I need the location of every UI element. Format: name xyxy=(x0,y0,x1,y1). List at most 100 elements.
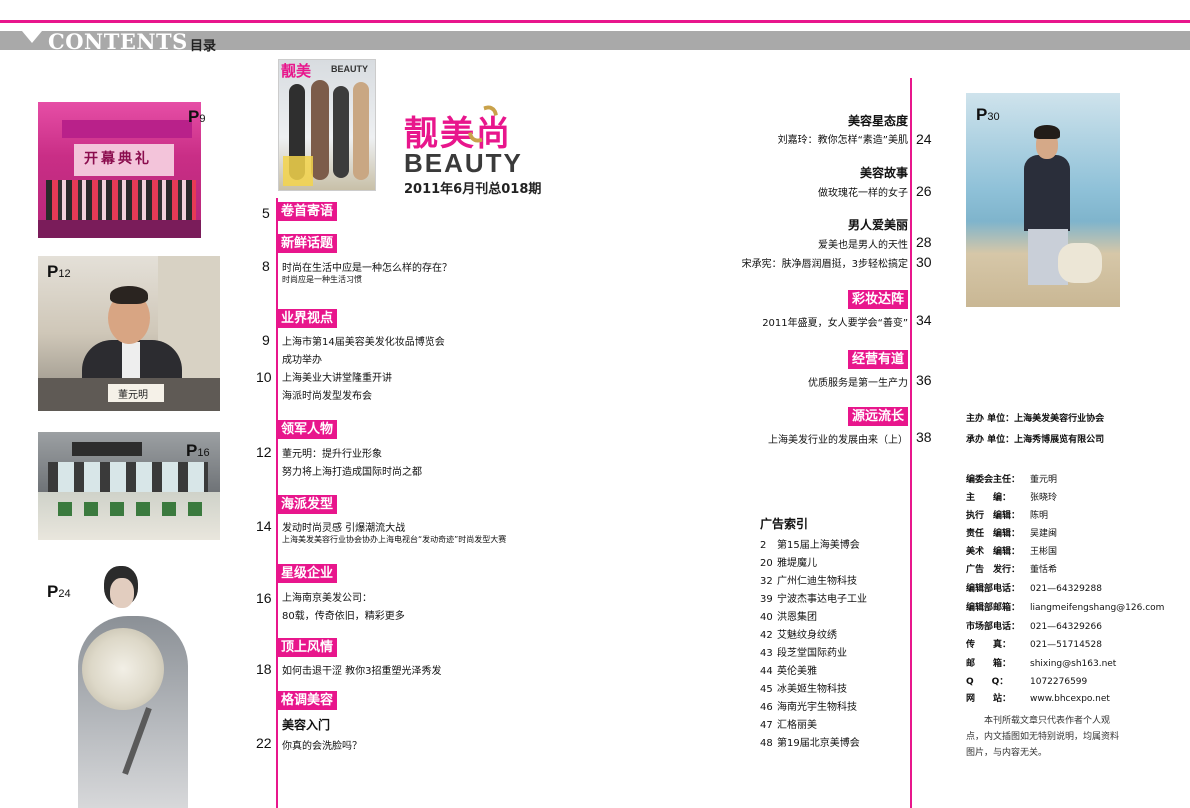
ad-index-item[interactable]: 44 英伦美雅 xyxy=(760,662,817,677)
page-tag-12: P12 xyxy=(47,262,71,281)
photo-opening-ceremony: 开幕典礼 xyxy=(38,102,201,238)
page-tag-16: P16 xyxy=(186,441,210,460)
toc-entry: 成功举办 xyxy=(282,355,322,366)
masthead-sponsor: 主办 单位：上海美发美容行业协会 xyxy=(966,414,1105,424)
ad-index-item[interactable]: 20 雅堤魔儿 xyxy=(760,554,817,569)
section-page-num: 22 xyxy=(256,735,272,751)
masthead-row: 执行 编辑： 陈明 xyxy=(966,511,1049,521)
masthead-row: 市场部电话： 021—64329266 xyxy=(966,622,1102,632)
toc-entry: 80载，传奇依旧，精彩更多 xyxy=(282,611,405,622)
section-header-business[interactable]: 经营有道 xyxy=(847,350,908,369)
section-header-history[interactable]: 源远流长 xyxy=(847,407,908,426)
right-column-rule xyxy=(910,78,912,808)
masthead-row: 美术 编辑： 王彬国 xyxy=(966,547,1058,557)
toc-entry[interactable]: 如何击退干涩 教你3招重塑光泽秀发 xyxy=(282,662,442,677)
magazine-cover: 靓美 BEAUTY xyxy=(278,59,376,191)
top-rule xyxy=(0,20,1190,23)
section-header-star-enterprise[interactable]: 星级企业 xyxy=(277,564,338,583)
section-page-num: 18 xyxy=(256,661,272,677)
masthead-row[interactable]: 网 站： www.bhcexpo.net xyxy=(966,691,1110,704)
photo-man-beach xyxy=(966,93,1120,307)
section-page-num: 9 xyxy=(262,332,270,348)
section-header-hair-style[interactable]: 顶上风情 xyxy=(277,638,338,657)
section-header-industry[interactable]: 业界视点 xyxy=(277,309,338,328)
section-header-preface[interactable]: 卷首寄语 xyxy=(277,202,338,221)
toc-entry: 努力将上海打造成国际时尚之都 xyxy=(282,467,422,478)
toc-entry-sub: 时尚应是一种生活习惯 xyxy=(282,275,362,284)
issue-label: 2011年6月刊总018期 xyxy=(404,182,542,197)
masthead-row[interactable]: 编辑部邮箱： liangmeifengshang@126.com xyxy=(966,600,1164,613)
page-tag-24: P24 xyxy=(47,582,71,601)
toc-entry[interactable]: 2011年盛夏，女人要学会“善变” xyxy=(762,314,908,329)
masthead-row: 编辑部电话： 021—64329288 xyxy=(966,584,1102,594)
toc-entry[interactable]: 优质服务是第一生产力 xyxy=(808,374,908,389)
masthead-organizer: 承办 单位：上海秀博展览有限公司 xyxy=(966,435,1105,445)
ad-index-item[interactable]: 42 艾魅纹身纹绣 xyxy=(760,626,837,641)
ad-index-item[interactable]: 46 海南光宇生物科技 xyxy=(760,698,857,713)
ad-index-item[interactable]: 2 第15届上海美博会 xyxy=(760,536,860,551)
section-page-num: 14 xyxy=(256,518,272,534)
section-header-star-attitude[interactable]: 美容星态度 xyxy=(848,112,908,129)
toc-entry-sub: 上海美发美容行业协会协办上海电视台“发动奇迹”时尚发型大赛 xyxy=(282,535,507,544)
masthead-row: 传 真： 021—51714528 xyxy=(966,640,1102,650)
ad-index-item[interactable]: 32 广州仁迪生物科技 xyxy=(760,572,857,587)
toc-entry[interactable]: 做玫瑰花一样的女子 xyxy=(818,184,908,199)
section-header-men-beauty[interactable]: 男人爱美丽 xyxy=(848,216,908,233)
ceremony-sign: 开幕典礼 xyxy=(84,151,152,167)
ad-index-item[interactable]: 39 宁波杰事达电子工业 xyxy=(760,590,867,605)
section-page-num: 8 xyxy=(262,258,270,274)
section-header-beauty-story[interactable]: 美容故事 xyxy=(860,164,908,181)
toc-entry[interactable]: 上海美业大讲堂隆重开讲 xyxy=(282,369,392,384)
section-page-num: 12 xyxy=(256,444,272,460)
page-subtitle: 目录 xyxy=(190,39,217,54)
section-page-num: 34 xyxy=(916,312,932,328)
ad-index-item[interactable]: 40 洪恩集团 xyxy=(760,608,817,623)
toc-entry[interactable]: 时尚在生活中应是一种怎么样的存在？ xyxy=(282,259,452,274)
toc-entry[interactable]: 董元明：提升行业形象 xyxy=(282,445,382,460)
section-page-num: 16 xyxy=(256,590,272,606)
toc-entry[interactable]: 你真的会洗脸吗？ xyxy=(282,737,362,752)
page-tag-30: P30 xyxy=(976,105,1000,124)
name-card: 董元明 xyxy=(118,390,148,401)
ad-index-item[interactable]: 47 汇格丽美 xyxy=(760,716,817,731)
toc-entry[interactable]: 宋承宪：肤净唇润眉挺，3步轻松搞定 xyxy=(742,255,908,270)
masthead-row: Q Q： 1072276599 xyxy=(966,677,1088,687)
toc-entry[interactable]: 刘嘉玲：教你怎样“素造”美肌 xyxy=(778,131,908,146)
page-title: CONTENTS xyxy=(48,29,188,54)
section-header-fresh-topic[interactable]: 新鲜话题 xyxy=(277,234,338,253)
ad-index-item[interactable]: 45 冰美姬生物科技 xyxy=(760,680,847,695)
section-page-num: 26 xyxy=(916,183,932,199)
toc-entry[interactable]: 海派时尚发型发布会 xyxy=(282,387,372,402)
disclaimer-note: 本刊所载文章只代表作者个人观点，内文插图如无特别说明，均属资料图片，与内容无关。 xyxy=(966,716,1120,758)
section-page-num: 10 xyxy=(256,369,272,385)
ad-index-title: 广告索引 xyxy=(760,517,809,531)
toc-entry[interactable]: 发动时尚灵感 引爆潮流大战 xyxy=(282,519,405,534)
section-header-leaders[interactable]: 领军人物 xyxy=(277,420,338,439)
masthead-row: 主 编： 张晓玲 xyxy=(966,493,1058,503)
cover-title-cn: 靓美 xyxy=(281,62,312,80)
section-page-num: 28 xyxy=(916,234,932,250)
masthead-row: 编委会主任： 董元明 xyxy=(966,475,1058,485)
toc-entry[interactable]: 上海市第14届美容美发化妆品博览会 xyxy=(282,333,445,348)
cover-title-en: BEAUTY xyxy=(331,64,369,74)
ad-index-item[interactable]: 43 段芝堂国际药业 xyxy=(760,644,847,659)
page-tag-9: P9 xyxy=(188,107,206,126)
section-page-num: 24 xyxy=(916,131,932,147)
section-header-beauty-style[interactable]: 格调美容 xyxy=(277,691,338,710)
section-header-makeup[interactable]: 彩妆达阵 xyxy=(847,290,908,309)
logo-english: BEAUTY xyxy=(404,148,523,178)
toc-entry[interactable]: 上海南京美发公司： xyxy=(282,589,372,604)
toc-entry[interactable]: 上海美发行业的发展由来（上） xyxy=(768,431,908,446)
masthead-row[interactable]: 邮 箱： shixing@sh163.net xyxy=(966,656,1116,669)
toc-entry[interactable]: 爱美也是男人的天性 xyxy=(818,236,908,251)
masthead-row: 广告 发行： 董恬希 xyxy=(966,565,1058,575)
section-page-num: 5 xyxy=(262,205,270,221)
ad-index-item[interactable]: 48 第19届北京美博会 xyxy=(760,734,860,749)
section-page-num: 30 xyxy=(916,254,932,270)
section-header-haipai[interactable]: 海派发型 xyxy=(277,495,338,514)
toc-subsection: 美容入门 xyxy=(282,718,331,732)
section-page-num: 38 xyxy=(916,429,932,445)
masthead-row: 责任 编辑： 吴建闽 xyxy=(966,529,1058,539)
chevron-down-icon xyxy=(22,31,42,43)
section-page-num: 36 xyxy=(916,372,932,388)
